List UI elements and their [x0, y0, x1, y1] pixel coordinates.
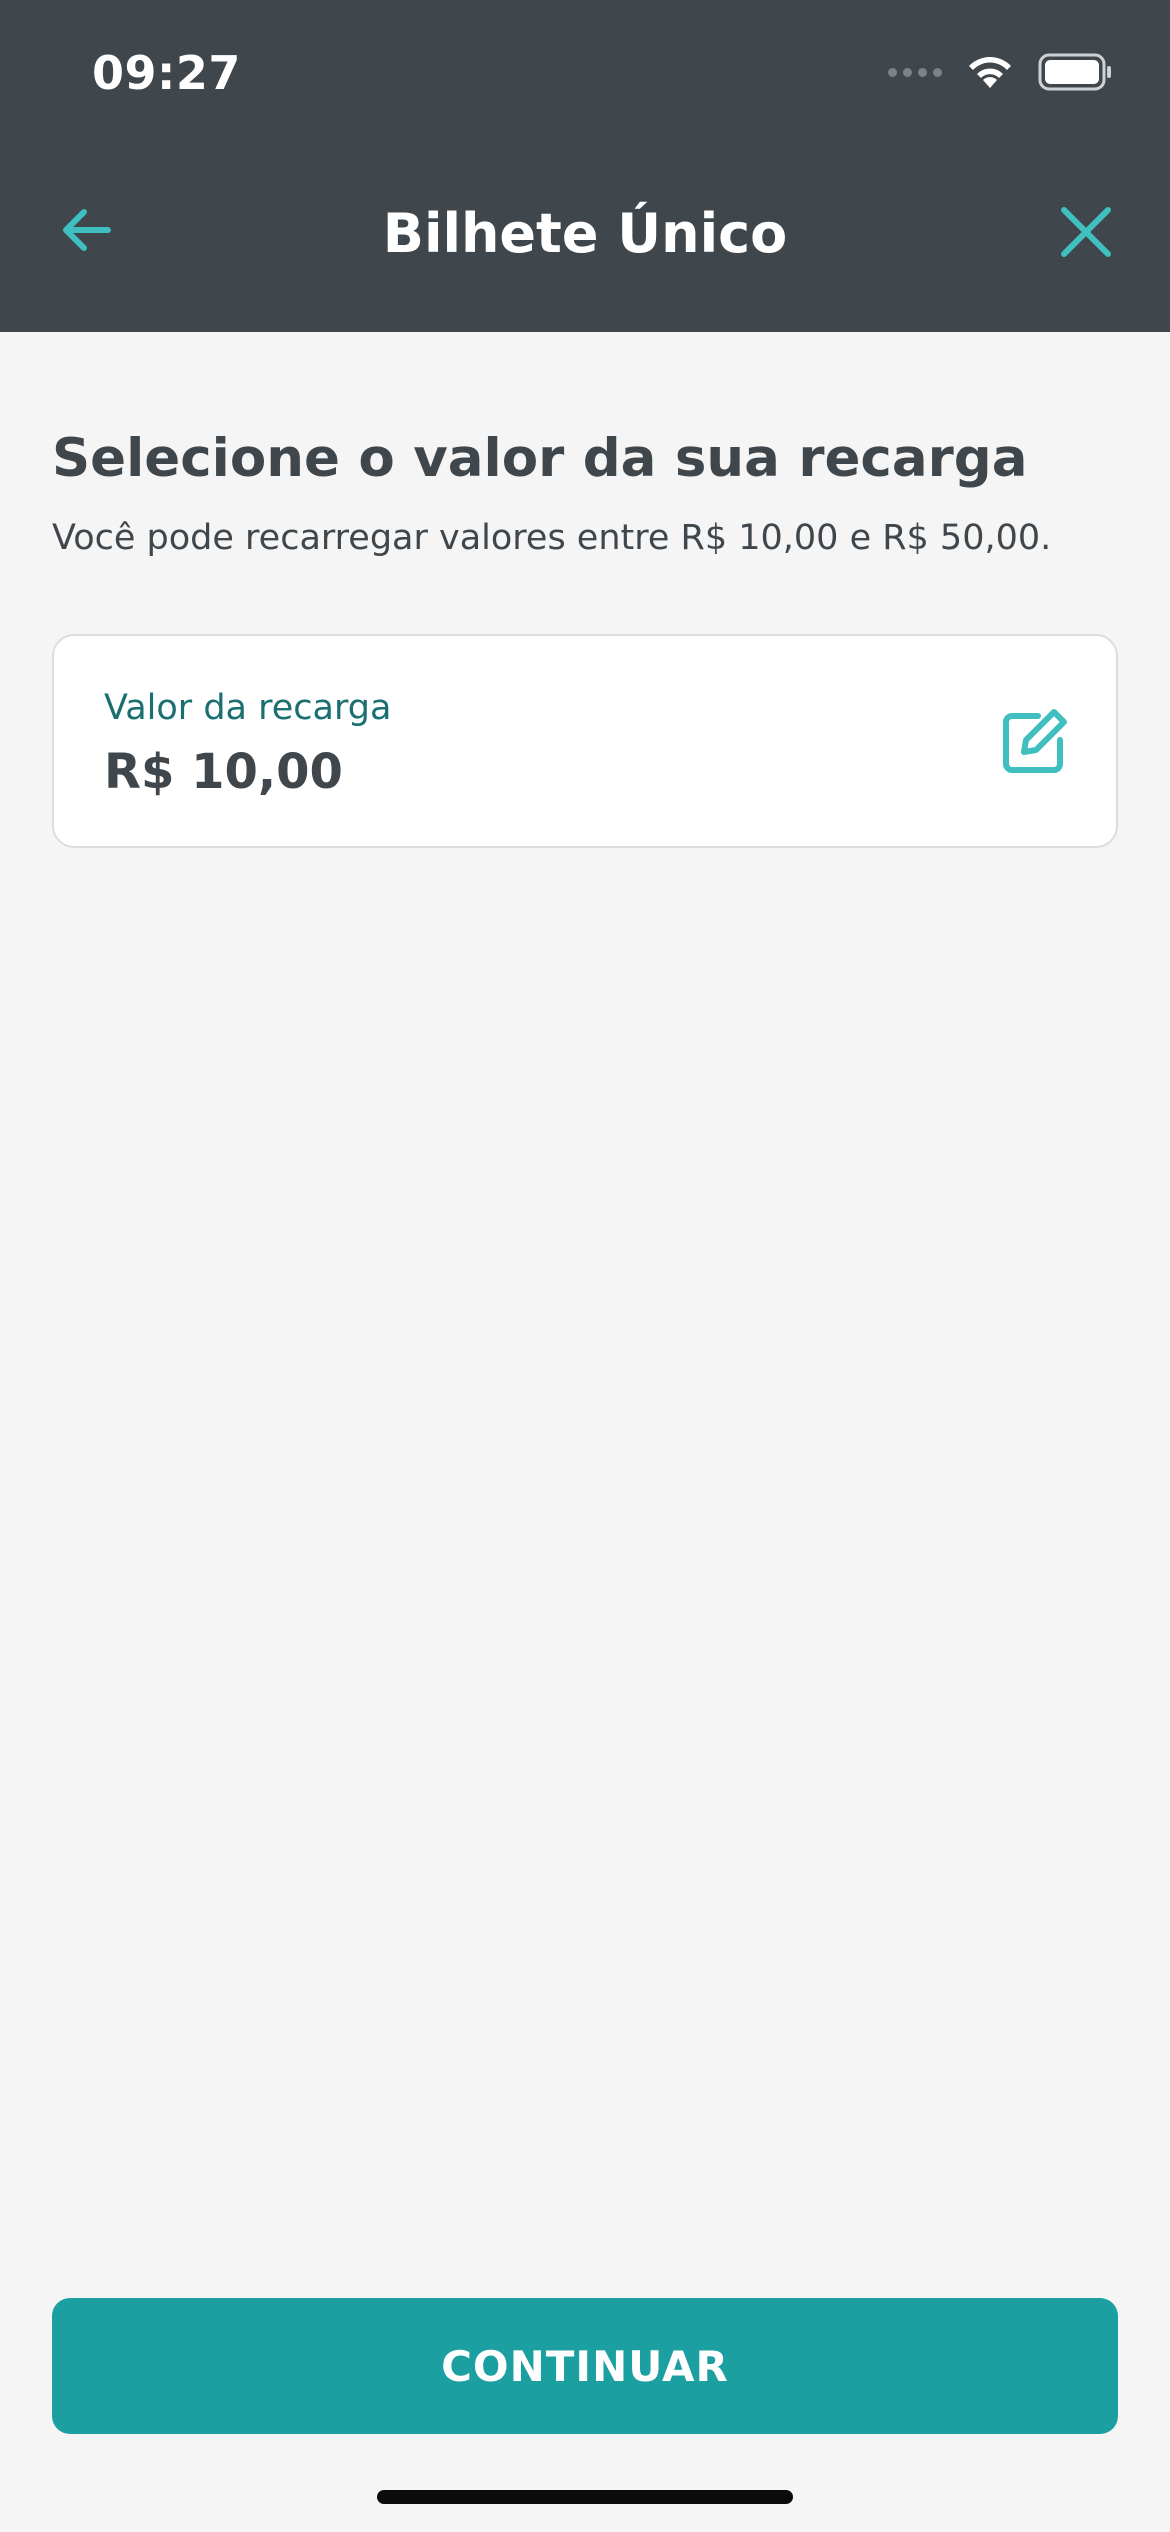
cellular-signal-icon — [888, 67, 942, 77]
wifi-icon — [969, 57, 1011, 88]
status-time: 09:27 — [92, 46, 241, 100]
continue-button[interactable]: CONTINUAR — [52, 2298, 1118, 2434]
screen: 09:27 Bilhete Único Selecione o valor da… — [0, 0, 1170, 2532]
app-header: 09:27 Bilhete Único — [0, 0, 1170, 332]
page-title: Bilhete Único — [382, 202, 788, 265]
recharge-value-label: Valor da recarga — [104, 688, 392, 728]
battery-icon — [1038, 53, 1111, 91]
recharge-value-card[interactable]: Valor da recarga R$ 10,00 — [52, 634, 1118, 848]
status-icons — [888, 52, 1114, 92]
section-subtitle: Você pode recarregar valores entre R$ 10… — [52, 518, 1052, 558]
close-icon[interactable] — [1058, 204, 1114, 260]
edit-icon[interactable] — [998, 706, 1070, 778]
home-indicator — [377, 2490, 793, 2504]
section-title: Selecione o valor da sua recarga — [52, 428, 1028, 489]
recharge-value-amount: R$ 10,00 — [104, 744, 343, 800]
